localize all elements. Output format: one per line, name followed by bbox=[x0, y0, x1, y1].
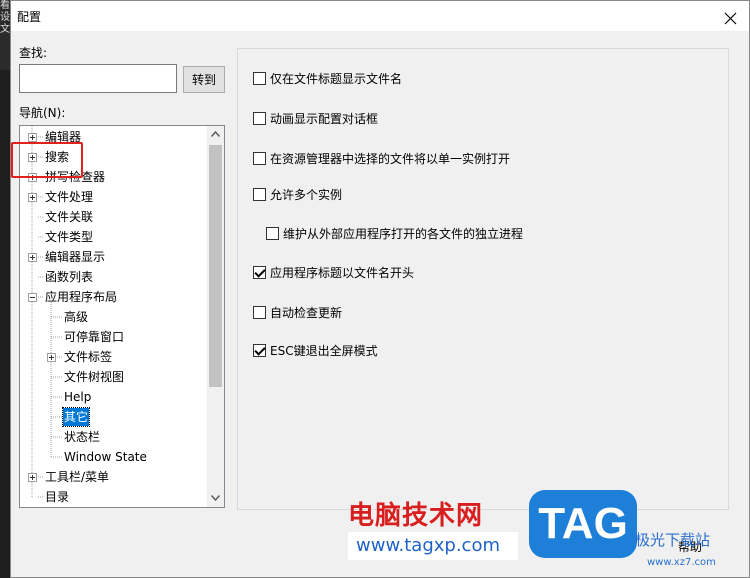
scroll-up-button[interactable] bbox=[207, 126, 224, 143]
option-label: ESC键退出全屏模式 bbox=[270, 344, 378, 358]
tree-item-label: 高级 bbox=[64, 310, 89, 324]
dialog-title: 配置 bbox=[17, 10, 42, 24]
tree-item-label: 目录 bbox=[45, 490, 70, 504]
edge-char: 文 bbox=[0, 24, 10, 35]
tree-item-label: 工具栏/菜单 bbox=[45, 470, 110, 484]
tree-item-label: 文件标签 bbox=[64, 350, 113, 364]
background-window-edge: 看 设 文 bbox=[0, 0, 10, 70]
nav-label: 导航(N): bbox=[19, 106, 66, 120]
watermark-title: 电脑技术网 bbox=[348, 501, 484, 531]
tree-item-label: 其它 bbox=[61, 407, 91, 427]
option-label: 应用程序标题以文件名开头 bbox=[270, 266, 415, 280]
option-label: 自动检查更新 bbox=[270, 306, 343, 320]
option-label: 允许多个实例 bbox=[270, 188, 343, 202]
find-input[interactable] bbox=[19, 64, 177, 93]
expand-icon[interactable] bbox=[28, 253, 37, 262]
checkbox[interactable] bbox=[253, 306, 266, 319]
annotation-highlight-box bbox=[11, 142, 83, 178]
edge-char: 看 bbox=[0, 0, 10, 11]
tree-item-label: 函数列表 bbox=[45, 270, 94, 284]
tree-item-label: 文件类型 bbox=[45, 230, 94, 244]
config-dialog: 配置 查找: 转到 导航(N): 编辑器 搜索 拼写检查器 文件处理 文件关联 文件类型编… bbox=[10, 0, 750, 578]
tree-item-label: 文件处理 bbox=[45, 190, 94, 204]
watermark-logo: TAG bbox=[529, 490, 637, 558]
options-panel: 仅在文件标题显示文件名 动画显示配置对话框在资源管理器中选择的文件将以单一实例打开… bbox=[237, 48, 729, 510]
checkbox[interactable] bbox=[253, 188, 266, 201]
expand-icon[interactable] bbox=[28, 133, 37, 142]
scroll-thumb[interactable] bbox=[209, 145, 222, 387]
expand-icon[interactable] bbox=[28, 473, 37, 482]
tree-item-label: 文件关联 bbox=[45, 210, 94, 224]
goto-button[interactable]: 转到 bbox=[183, 66, 225, 93]
option-label: 仅在文件标题显示文件名 bbox=[270, 72, 403, 86]
close-button[interactable] bbox=[717, 4, 743, 28]
watermark-site: 极光下载站 bbox=[635, 531, 711, 549]
navigation-tree[interactable]: 编辑器 搜索 拼写检查器 文件处理 文件关联 文件类型 编辑器显示 函数列表 应用程序布局 高级可… bbox=[19, 125, 225, 508]
watermark-url: www.tagxp.com bbox=[348, 532, 518, 560]
expand-icon[interactable] bbox=[47, 353, 56, 362]
option-label: 在资源管理器中选择的文件将以单一实例打开 bbox=[270, 152, 511, 166]
checkbox[interactable] bbox=[253, 112, 266, 125]
find-label: 查找: bbox=[19, 46, 48, 60]
edge-char: 设 bbox=[0, 12, 10, 23]
tree-scrollbar[interactable] bbox=[207, 126, 224, 507]
tree-item-label: 状态栏 bbox=[64, 430, 101, 444]
collapse-icon[interactable] bbox=[28, 293, 37, 302]
checkbox[interactable] bbox=[253, 266, 266, 279]
tree-item-label: Help bbox=[64, 390, 92, 404]
checkbox[interactable] bbox=[253, 72, 266, 85]
close-icon bbox=[724, 12, 736, 25]
checkbox[interactable] bbox=[253, 152, 266, 165]
option-label: 动画显示配置对话框 bbox=[270, 112, 379, 126]
tree-item-label: 可停靠窗口 bbox=[64, 330, 125, 344]
checkbox[interactable] bbox=[266, 227, 279, 240]
title-bar: 配置 bbox=[11, 1, 749, 31]
watermark-site-url: www.xz7.com bbox=[647, 557, 716, 568]
tree-item-label: 应用程序布局 bbox=[45, 290, 118, 304]
option-label: 维护从外部应用程序打开的各文件的独立进程 bbox=[283, 227, 524, 241]
tree-item-label: 文件树视图 bbox=[64, 370, 125, 384]
chevron-up-icon bbox=[211, 131, 220, 137]
tree-item-label: 编辑器显示 bbox=[45, 250, 106, 264]
chevron-down-icon bbox=[211, 495, 220, 501]
expand-icon[interactable] bbox=[28, 193, 37, 202]
tree-item-label: Window State bbox=[64, 450, 147, 464]
scroll-down-button[interactable] bbox=[207, 490, 224, 507]
checkbox[interactable] bbox=[253, 344, 266, 357]
